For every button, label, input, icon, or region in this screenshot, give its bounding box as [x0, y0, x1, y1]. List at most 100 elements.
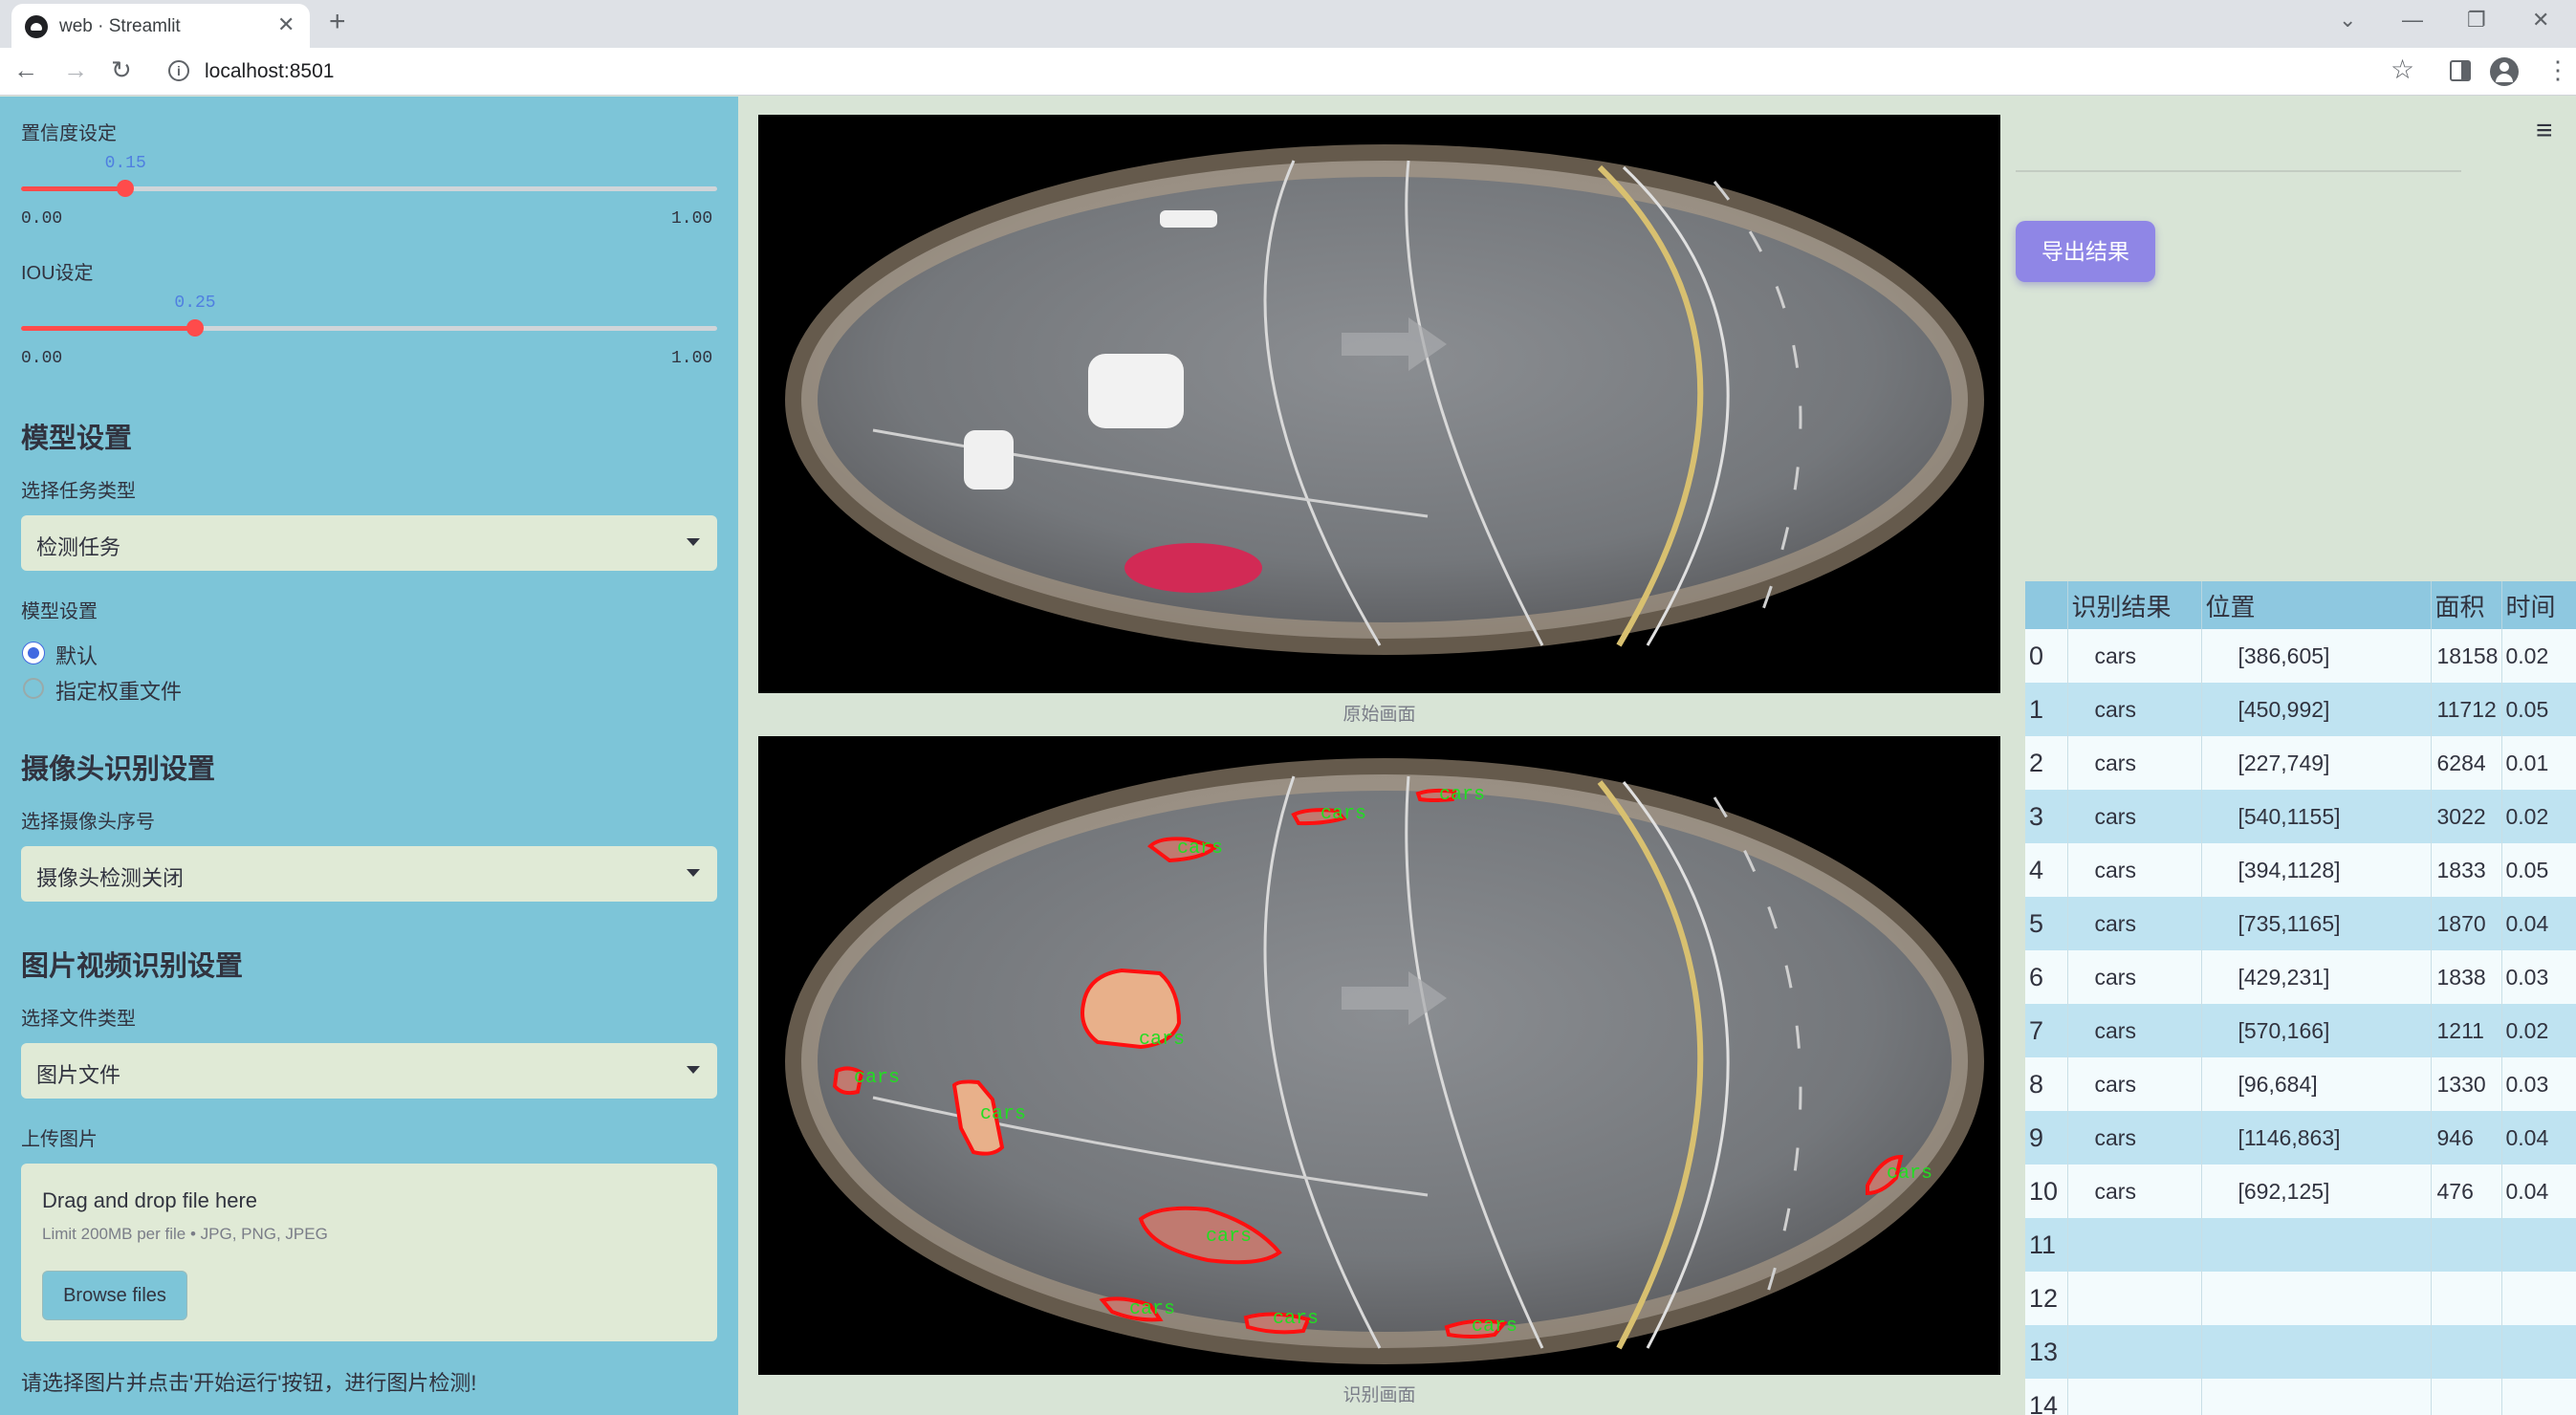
row-time: 0.05: [2501, 683, 2576, 736]
file-dropzone[interactable]: Drag and drop file here Limit 200MB per …: [21, 1164, 717, 1341]
table-row[interactable]: 11: [2025, 1218, 2576, 1272]
star-icon[interactable]: ☆: [2390, 54, 2414, 85]
radio-custom-weights-label[interactable]: 指定权重文件: [55, 675, 182, 706]
row-time: [2501, 1325, 2576, 1379]
menu-icon[interactable]: ⋮: [2545, 55, 2570, 85]
tab-search-icon[interactable]: ⌄: [2339, 8, 2356, 33]
header-time[interactable]: 时间: [2501, 581, 2576, 629]
table-row[interactable]: 13: [2025, 1325, 2576, 1379]
row-result: cars: [2067, 736, 2202, 790]
table-row[interactable]: 0 cars [386,605] 18158 0.02: [2025, 629, 2576, 683]
row-index: 9: [2025, 1111, 2068, 1165]
row-time: 0.04: [2501, 1165, 2576, 1218]
confidence-slider[interactable]: [21, 180, 717, 197]
row-area: 946: [2431, 1111, 2502, 1165]
streamlit-favicon-icon: [25, 15, 48, 38]
sidepanel-icon[interactable]: [2450, 60, 2471, 81]
row-index: 8: [2025, 1057, 2068, 1111]
radio-default[interactable]: [23, 642, 44, 664]
row-time: 0.03: [2501, 1057, 2576, 1111]
table-row[interactable]: 4 cars [394,1128] 1833 0.05: [2025, 843, 2576, 897]
row-position: [735,1165]: [2201, 897, 2432, 950]
row-index: 10: [2025, 1165, 2068, 1218]
row-index: 3: [2025, 790, 2068, 843]
row-position: [96,684]: [2201, 1057, 2432, 1111]
table-row[interactable]: 6 cars [429,231] 1838 0.03: [2025, 950, 2576, 1004]
result-caption: 识别画面: [1343, 1385, 1416, 1405]
row-position: [450,992]: [2201, 683, 2432, 736]
header-result[interactable]: 识别结果: [2067, 581, 2202, 629]
profile-icon[interactable]: [2490, 57, 2519, 86]
row-index: 13: [2025, 1325, 2068, 1379]
task-type-label: 选择任务类型: [21, 481, 136, 502]
header-index[interactable]: [2025, 581, 2068, 629]
browser-toolbar: ← → ↻ i localhost:8501 ☆ ⋮: [0, 48, 2576, 96]
back-icon[interactable]: ←: [13, 55, 38, 85]
confidence-slider-thumb[interactable]: [117, 180, 135, 197]
radio-custom-weights[interactable]: [23, 678, 44, 699]
browser-tab[interactable]: web · Streamlit ✕: [11, 4, 310, 48]
row-area: 3022: [2431, 790, 2502, 843]
export-results-button[interactable]: 导出结果: [2016, 221, 2155, 282]
iou-slider[interactable]: [21, 319, 717, 337]
row-position: [1146,863]: [2201, 1111, 2432, 1165]
row-index: 11: [2025, 1218, 2068, 1272]
table-header-row: 识别结果 位置 面积 时间: [2025, 581, 2576, 629]
row-index: 6: [2025, 950, 2068, 1004]
header-area[interactable]: 面积: [2431, 581, 2502, 629]
reload-icon[interactable]: ↻: [111, 55, 132, 85]
hamburger-menu-icon[interactable]: ≡: [2536, 115, 2553, 147]
detection-label: cars: [1273, 1308, 1319, 1330]
file-type-label: 选择文件类型: [21, 1009, 136, 1030]
window-close-icon[interactable]: ✕: [2532, 8, 2549, 33]
browse-files-button[interactable]: Browse files: [42, 1271, 187, 1320]
row-index: 12: [2025, 1272, 2068, 1325]
table-row[interactable]: 7 cars [570,166] 1211 0.02: [2025, 1004, 2576, 1057]
table-row[interactable]: 10 cars [692,125] 476 0.04: [2025, 1165, 2576, 1218]
camera-section-heading: 摄像头识别设置: [21, 754, 216, 785]
table-row[interactable]: 12: [2025, 1272, 2576, 1325]
row-time: 0.02: [2501, 629, 2576, 683]
white-car: [1088, 354, 1184, 428]
close-tab-icon[interactable]: ✕: [277, 12, 295, 37]
row-area: 1211: [2431, 1004, 2502, 1057]
table-row[interactable]: 14: [2025, 1379, 2576, 1415]
table-row[interactable]: 3 cars [540,1155] 3022 0.02: [2025, 790, 2576, 843]
iou-slider-thumb[interactable]: [186, 319, 204, 337]
row-index: 4: [2025, 843, 2068, 897]
original-caption: 原始画面: [1343, 705, 1416, 725]
forward-icon[interactable]: →: [63, 55, 88, 85]
new-tab-icon[interactable]: +: [329, 6, 346, 38]
row-result: cars: [2067, 1165, 2202, 1218]
table-row[interactable]: 5 cars [735,1165] 1870 0.04: [2025, 897, 2576, 950]
row-result: cars: [2067, 790, 2202, 843]
row-area: 1838: [2431, 950, 2502, 1004]
table-row[interactable]: 2 cars [227,749] 6284 0.01: [2025, 736, 2576, 790]
dropzone-limit: Limit 200MB per file • JPG, PNG, JPEG: [42, 1225, 328, 1243]
iou-min: 0.00: [21, 349, 63, 368]
task-type-select[interactable]: 检测任务: [21, 515, 717, 571]
chevron-down-icon: [687, 869, 700, 877]
header-position[interactable]: 位置: [2201, 581, 2432, 629]
row-time: [2501, 1272, 2576, 1325]
file-type-select[interactable]: 图片文件: [21, 1043, 717, 1099]
radio-default-label[interactable]: 默认: [55, 640, 98, 670]
row-result: cars: [2067, 629, 2202, 683]
address-bar[interactable]: localhost:8501: [205, 60, 334, 83]
row-area: 6284: [2431, 736, 2502, 790]
table-row[interactable]: 1 cars [450,992] 11712 0.05: [2025, 683, 2576, 736]
row-time: 0.04: [2501, 1111, 2576, 1165]
camera-select[interactable]: 摄像头检测关闭: [21, 846, 717, 902]
row-result: cars: [2067, 897, 2202, 950]
row-area: 18158: [2431, 629, 2502, 683]
table-row[interactable]: 9 cars [1146,863] 946 0.04: [2025, 1111, 2576, 1165]
minimize-icon[interactable]: —: [2402, 8, 2423, 33]
row-time: [2501, 1218, 2576, 1272]
detection-label: cars: [1472, 1316, 1517, 1338]
table-row[interactable]: 8 cars [96,684] 1330 0.03: [2025, 1057, 2576, 1111]
row-position: [540,1155]: [2201, 790, 2432, 843]
row-position: [2201, 1218, 2432, 1272]
restore-icon[interactable]: ❐: [2467, 8, 2486, 33]
row-result: cars: [2067, 1004, 2202, 1057]
info-icon[interactable]: i: [168, 60, 189, 81]
